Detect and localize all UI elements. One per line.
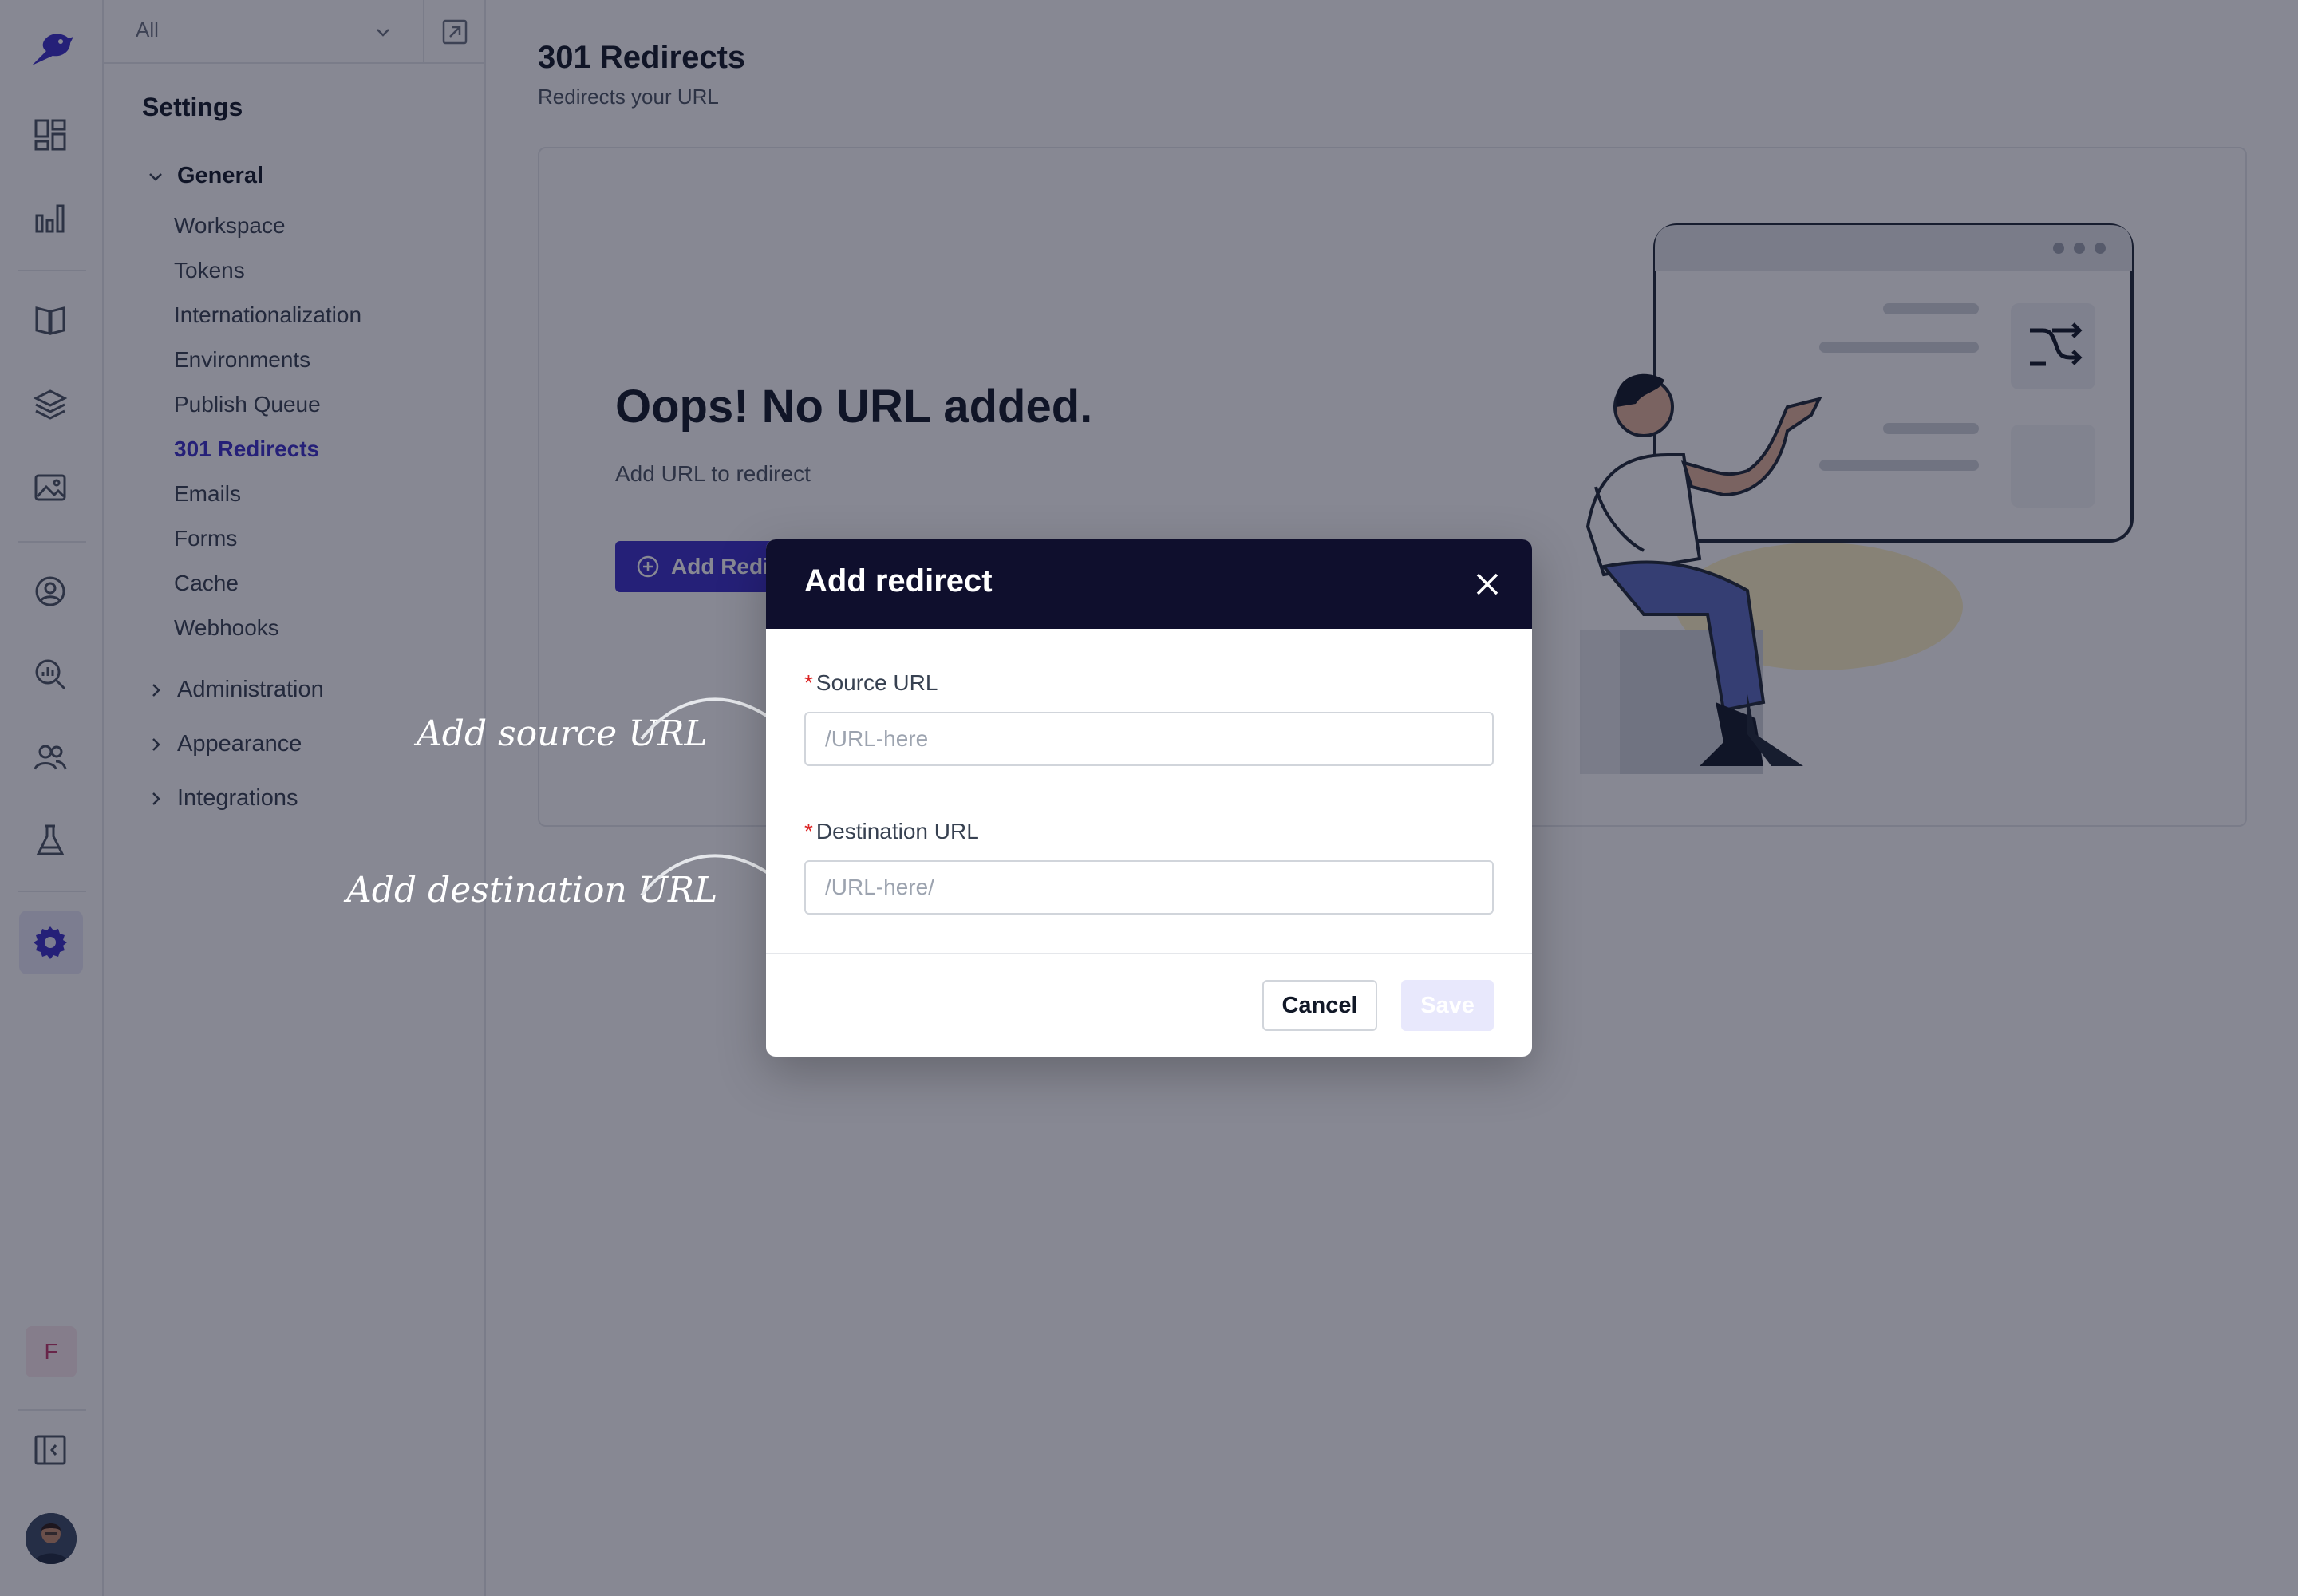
close-icon[interactable]: [1473, 570, 1502, 598]
required-marker: *: [804, 819, 813, 843]
modal-title: Add redirect: [804, 563, 993, 598]
cancel-button[interactable]: Cancel: [1262, 980, 1377, 1031]
source-url-label-text: Source URL: [815, 670, 938, 695]
destination-url-input[interactable]: [804, 860, 1494, 915]
source-url-label: * Source URL: [804, 670, 938, 696]
save-button[interactable]: Save: [1401, 980, 1494, 1031]
modal-header: Add redirect: [766, 539, 1532, 629]
destination-url-label: * Destination URL: [804, 819, 979, 844]
destination-url-label-text: Destination URL: [815, 819, 979, 843]
required-marker: *: [804, 670, 813, 695]
add-redirect-modal: Add redirect *Source URL *Destination UR…: [766, 539, 1532, 1057]
modal-footer-divider: [766, 953, 1532, 954]
source-url-input[interactable]: [804, 712, 1494, 766]
